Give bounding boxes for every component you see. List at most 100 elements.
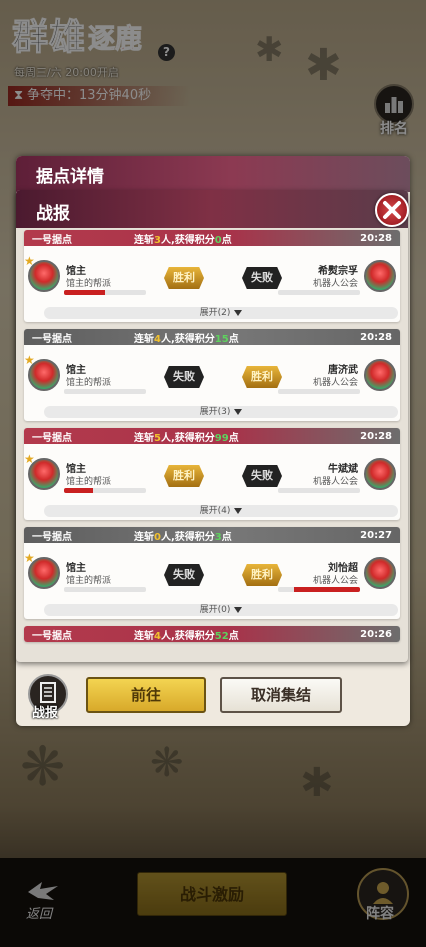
report-card-header: 一号据点 连斩0人,获得积分3点 20:27: [24, 527, 400, 543]
stronghold-name: 一号据点: [32, 333, 72, 345]
right-result-badge: 胜利: [242, 564, 282, 586]
streak-prefix: 连斩: [134, 333, 154, 345]
battle-report-title: 战报: [36, 204, 70, 224]
streak-prefix: 连斩: [134, 531, 154, 543]
report-card[interactable]: 一号据点 连斩3人,获得积分0点 20:28 ★ 馆主 馆主的帮派 胜利 失败 希熨宗孚 机器人公…: [24, 230, 400, 322]
expand-details-button[interactable]: 展开(0): [44, 604, 398, 616]
score-suffix: 点: [221, 531, 232, 543]
left-player-avatar[interactable]: [28, 359, 60, 391]
left-player-name: 馆主: [66, 464, 86, 475]
streak-summary: 连斩4人,获得积分15点: [134, 330, 352, 345]
report-card[interactable]: 一号据点 连斩4人,获得积分15点 20:28 ★ 馆主 馆主的帮派 失败 胜利 唐济武 机器人公…: [24, 329, 400, 421]
report-card[interactable]: 一号据点 连斩4人,获得积分52点 20:26: [24, 626, 400, 642]
streak-prefix: 连斩: [134, 630, 154, 642]
left-player-avatar[interactable]: [28, 260, 60, 292]
left-player-guild: 馆主的帮派: [66, 378, 112, 388]
report-card[interactable]: 一号据点 连斩0人,获得积分3点 20:27 ★ 馆主 馆主的帮派 失败 胜利 刘怡超 机器人公会…: [24, 527, 400, 619]
kill-suffix: 人,获得积分: [160, 531, 215, 543]
expand-label: 展开(3): [199, 407, 231, 417]
cancel-rally-button[interactable]: 取消集结: [220, 677, 342, 713]
streak-summary: 连斩4人,获得积分52点: [134, 627, 352, 642]
right-player-name: 唐济武: [328, 365, 358, 376]
left-player-guild: 馆主的帮派: [66, 576, 112, 586]
score-value: 99: [214, 432, 229, 444]
report-card-header: 一号据点 连斩4人,获得积分52点 20:26: [24, 626, 400, 642]
kill-suffix: 人,获得积分: [160, 234, 215, 246]
battle-report-tab-label: 战报: [32, 706, 59, 721]
right-hp-bar: [278, 488, 360, 493]
right-hp-bar: [278, 290, 360, 295]
expand-label: 展开(4): [199, 506, 231, 516]
go-button[interactable]: 前往: [86, 677, 206, 713]
report-time: 20:26: [360, 628, 392, 640]
kill-suffix: 人,获得积分: [160, 630, 215, 642]
streak-prefix: 连斩: [134, 234, 154, 246]
left-result-badge: 胜利: [164, 465, 204, 487]
streak-summary: 连斩3人,获得积分0点: [134, 231, 352, 246]
battle-report-panel: 战报 一号据点 连斩3人,获得积分0点 20:28 ★ 馆主 馆主的帮派 胜利 失败 希熨宗孚机…: [16, 190, 408, 662]
kill-count: 5: [154, 432, 161, 444]
score-value: 52: [214, 630, 229, 642]
score-value: 3: [214, 531, 222, 543]
right-player-avatar[interactable]: [364, 260, 396, 292]
left-result-badge: 失败: [164, 366, 204, 388]
chevron-down-icon: [234, 507, 243, 514]
expand-details-button[interactable]: 展开(3): [44, 406, 398, 418]
right-hp-bar: [278, 587, 360, 592]
stronghold-name: 一号据点: [32, 531, 72, 543]
left-hp-bar: [64, 488, 146, 493]
expand-label: 展开(2): [199, 308, 231, 318]
kill-count: 4: [154, 630, 161, 642]
chevron-down-icon: [234, 408, 243, 415]
battle-report-header: [16, 190, 408, 228]
right-result-badge: 失败: [242, 267, 282, 289]
right-player-avatar[interactable]: [364, 557, 396, 589]
score-value: 0: [214, 234, 222, 246]
report-card[interactable]: 一号据点 连斩5人,获得积分99点 20:28 ★ 馆主 馆主的帮派 胜利 失败 牛斌斌 机器人公…: [24, 428, 400, 520]
left-player-avatar[interactable]: [28, 458, 60, 490]
report-time: 20:28: [360, 331, 392, 343]
score-value: 15: [214, 333, 229, 345]
streak-summary: 连斩0人,获得积分3点: [134, 528, 352, 543]
left-player-guild: 馆主的帮派: [66, 477, 112, 487]
stronghold-name: 一号据点: [32, 432, 72, 444]
expand-details-button[interactable]: 展开(4): [44, 505, 398, 517]
report-card-header: 一号据点 连斩5人,获得积分99点 20:28: [24, 428, 400, 444]
score-suffix: 点: [228, 333, 239, 345]
close-button[interactable]: [375, 193, 409, 227]
kill-count: 3: [154, 234, 161, 246]
kill-count: 4: [154, 333, 161, 345]
left-result-badge: 失败: [164, 564, 204, 586]
stronghold-name: 一号据点: [32, 630, 72, 642]
right-player-guild: 机器人公会: [312, 279, 358, 289]
expand-label: 展开(0): [199, 605, 231, 615]
kill-count: 0: [154, 531, 161, 543]
streak-summary: 连斩5人,获得积分99点: [134, 429, 352, 444]
score-suffix: 点: [221, 234, 232, 246]
right-player-avatar[interactable]: [364, 458, 396, 490]
chevron-down-icon: [234, 309, 243, 316]
left-hp-bar: [64, 389, 146, 394]
right-result-badge: 胜利: [242, 366, 282, 388]
score-suffix: 点: [228, 630, 239, 642]
left-player-guild: 馆主的帮派: [66, 279, 112, 289]
kill-suffix: 人,获得积分: [160, 333, 215, 345]
chevron-down-icon: [234, 606, 243, 613]
left-player-avatar[interactable]: [28, 557, 60, 589]
close-icon: [383, 201, 401, 219]
report-card-header: 一号据点 连斩4人,获得积分15点 20:28: [24, 329, 400, 345]
left-result-badge: 胜利: [164, 267, 204, 289]
right-player-guild: 机器人公会: [312, 576, 358, 586]
left-player-name: 馆主: [66, 365, 86, 376]
right-player-guild: 机器人公会: [312, 378, 358, 388]
right-player-name: 刘怡超: [328, 563, 358, 574]
right-player-name: 希熨宗孚: [318, 266, 358, 277]
expand-details-button[interactable]: 展开(2): [44, 307, 398, 319]
left-hp-bar: [64, 587, 146, 592]
right-player-name: 牛斌斌: [328, 464, 358, 475]
left-player-name: 馆主: [66, 266, 86, 277]
left-player-name: 馆主: [66, 563, 86, 574]
right-player-avatar[interactable]: [364, 359, 396, 391]
report-time: 20:28: [360, 232, 392, 244]
report-time: 20:27: [360, 529, 392, 541]
